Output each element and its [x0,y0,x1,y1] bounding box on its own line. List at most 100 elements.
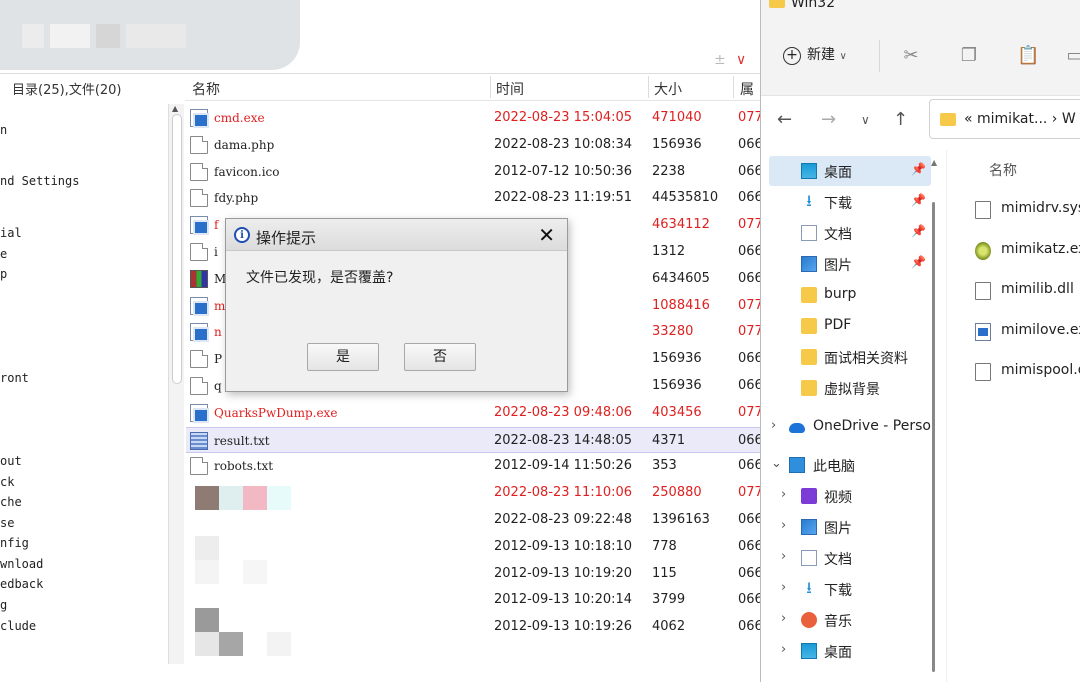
scroll-thumb[interactable] [172,114,182,384]
chevron-right-icon[interactable]: › [781,518,786,533]
file-attr: 066 [738,512,760,527]
explorer-titlebar[interactable]: Win32 [761,0,1080,18]
rar-icon [190,269,208,288]
file-attr: 066 [738,351,760,367]
tree-node[interactable]: n [0,123,7,137]
nav-item[interactable]: 虚拟背景 [761,373,937,403]
nav-item[interactable]: burp [761,280,937,310]
nav-item[interactable]: › 桌面 [761,636,937,666]
tree-node[interactable]: nfig [0,536,29,550]
file-icon [190,457,208,476]
chevron-right-icon[interactable]: › [781,642,786,657]
nav-item[interactable]: 面试相关资料 [761,342,937,372]
file-row[interactable]: 2012-09-13 10:20:14 3799 066 [186,587,760,613]
file-row[interactable]: favicon.ico 2012-07-12 10:50:36 2238 066 [186,159,760,185]
file-row[interactable]: cmd.exe 2022-08-23 15:04:05 471040 077 [186,105,760,131]
download-icon: ⭳ [806,578,812,597]
tree-node[interactable]: edback [0,577,43,591]
scroll-up-icon[interactable]: ▲ [172,104,178,113]
no-button[interactable]: 否 [404,343,476,371]
mimikatz-icon [975,241,991,260]
nav-item[interactable]: ⌄ 此电脑 [761,450,937,480]
file-row[interactable]: 2012-09-13 10:19:20 115 066 [186,561,760,587]
file-icon [975,282,991,300]
chevron-right-icon[interactable]: › [781,549,786,564]
file-row[interactable]: 2022-08-23 09:22:48 1396163 066 [186,507,760,533]
chevron-right-icon[interactable]: › [781,487,786,502]
column-size[interactable]: 大小 [654,79,682,99]
tree-node[interactable]: ront [0,371,29,385]
close-icon[interactable]: ✕ [538,223,555,247]
nav-item[interactable]: › ⭳ 下载 [761,574,937,604]
tree-node[interactable]: out [0,454,22,468]
tree-node[interactable]: se [0,516,14,530]
back-icon[interactable]: ← [777,109,792,130]
tree-node[interactable]: ial [0,226,22,240]
file-row[interactable]: fdy.php 2022-08-23 11:19:51 44535810 066 [186,185,760,211]
folder-icon [940,113,956,126]
file-row[interactable]: 2012-09-13 10:18:10 778 066 [186,534,760,560]
nav-item[interactable]: PDF [761,311,937,341]
file-row[interactable]: result.txt 2022-08-23 14:48:05 4371 066 [186,426,760,453]
file-icon [190,243,208,261]
path-bar[interactable]: ± ∨ [0,48,760,74]
nav-item[interactable]: › OneDrive - Perso [761,412,937,442]
column-time[interactable]: 时间 [496,79,524,99]
file-icon [190,189,208,208]
tree-node[interactable]: e [0,247,7,261]
music-icon [801,612,817,628]
paste-icon[interactable]: 📋 [1017,46,1039,66]
content-file-name: mimilib.dll [1001,281,1074,297]
nav-item[interactable]: ⭳ 下载 📌 [761,187,937,217]
censor-block [195,536,219,560]
scroll-thumb[interactable] [932,202,935,672]
tree-node[interactable]: ck [0,475,14,489]
nav-item[interactable]: 桌面 📌 [769,156,931,186]
nav-item[interactable]: › 音乐 [761,605,937,635]
nav-item[interactable]: › 图片 [761,512,937,542]
chevron-down-icon[interactable]: ⌄ [771,456,782,471]
add-icon[interactable]: ± [714,52,726,68]
content-file-name: mimidrv.sys [1001,200,1080,216]
address-bar[interactable]: « mimikat... › W [929,99,1080,139]
tree-scrollbar[interactable]: ▲ [168,104,184,664]
nav-item[interactable]: › 视频 [761,481,937,511]
nav-item[interactable]: 文档 📌 [761,218,937,248]
up-icon[interactable]: ↑ [893,109,908,130]
navigation-bar: ← → ∨ ↑ « mimikat... › W [761,97,1080,147]
file-icon [190,350,208,369]
forward-icon[interactable]: → [821,109,836,130]
tree-node[interactable]: nd Settings [0,174,79,188]
nav-item[interactable]: 图片 📌 [761,249,937,279]
tree-node[interactable]: clude [0,619,36,633]
tree-node[interactable]: wnload [0,557,43,571]
file-size: 1396163 [652,512,710,527]
exe-icon [975,322,991,341]
file-size: 778 [652,538,677,554]
file-row[interactable]: dama.php 2022-08-23 10:08:34 156936 066 [186,132,760,158]
file-row[interactable]: QuarksPwDump.exe 2022-08-23 09:48:06 40345… [186,400,760,426]
file-row[interactable]: robots.txt 2012-09-14 11:50:26 353 066 [186,453,760,479]
tree-node[interactable]: che [0,495,22,509]
copy-icon[interactable]: ❐ [959,46,979,66]
dialog-titlebar[interactable]: i 操作提示 ✕ [226,219,567,251]
tree-node[interactable]: p [0,267,7,281]
cut-icon[interactable]: ✂ [901,46,921,66]
recent-chevron-icon[interactable]: ∨ [861,113,870,127]
yes-button[interactable]: 是 [307,343,379,371]
tree-node[interactable]: g [0,598,7,612]
chevron-right-icon[interactable]: › [771,418,776,433]
rename-icon[interactable]: ▭ [1065,46,1080,66]
chevron-right-icon[interactable]: › [781,611,786,626]
chevron-right-icon[interactable]: › [781,580,786,595]
nav-item-label: 音乐 [824,614,852,630]
column-name[interactable]: 名称 [192,79,220,99]
nav-item[interactable]: › 文档 [761,543,937,573]
column-attr[interactable]: 属 [740,79,754,99]
nav-scrollbar[interactable]: ▲ [928,150,938,682]
column-name[interactable]: 名称 [989,160,1017,180]
pane-divider [946,150,947,682]
dropdown-icon[interactable]: ∨ [736,52,746,68]
new-button[interactable]: + 新建 ∨ [783,44,847,65]
scroll-up-icon[interactable]: ▲ [931,158,937,167]
